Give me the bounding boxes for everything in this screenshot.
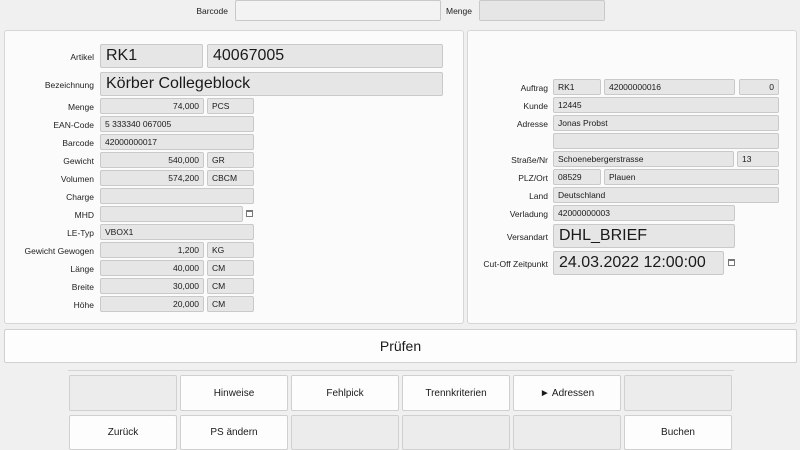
artikel-label: Artikel — [70, 52, 94, 62]
adressen-button[interactable]: ► Adressen — [513, 375, 621, 411]
volumen-unit-field: CBCM — [207, 170, 254, 186]
adresse-label: Adresse — [516, 119, 548, 129]
strasse-label: Straße/Nr — [511, 155, 548, 165]
buchen-button[interactable]: Buchen — [624, 415, 732, 450]
mhd-field[interactable] — [100, 206, 243, 222]
fehlpick-button[interactable]: Fehlpick — [291, 375, 399, 411]
auftrag-count-field: 0 — [739, 79, 779, 95]
letyp-label: LE-Typ — [67, 228, 94, 238]
empty-button-slot — [291, 415, 399, 450]
divider — [68, 370, 734, 371]
auftrag-label: Auftrag — [520, 83, 548, 93]
ean-field: 5 333340 067005 — [100, 116, 254, 132]
verladung-field: 42000000003 — [553, 205, 735, 221]
ps-aendern-button[interactable]: PS ändern — [180, 415, 288, 450]
versandart-label: Versandart — [506, 232, 548, 242]
breite-value-field: 30,000 — [100, 278, 204, 294]
bezeichnung-label: Bezeichnung — [44, 80, 94, 90]
laenge-value-field: 40,000 — [100, 260, 204, 276]
empty-button-slot — [624, 375, 732, 411]
artikel-number-field: 40067005 — [207, 44, 443, 68]
letyp-field: VBOX1 — [100, 224, 254, 240]
ean-label: EAN-Code — [53, 120, 94, 130]
strasse-field: Schoenebergerstrasse — [553, 151, 734, 167]
versandart-field: DHL_BRIEF — [553, 224, 735, 248]
adresse-line2-field — [553, 133, 779, 149]
zurueck-button[interactable]: Zurück — [69, 415, 177, 450]
article-barcode-field: 42000000017 — [100, 134, 254, 150]
empty-button-slot — [513, 415, 621, 450]
charge-field — [100, 188, 254, 204]
charge-label: Charge — [66, 192, 94, 202]
menge-row-label: Menge — [68, 102, 94, 112]
barcode-input[interactable] — [235, 0, 441, 21]
empty-button-slot — [402, 415, 510, 450]
cutoff-field: 24.03.2022 12:00:00 — [553, 251, 724, 275]
mhd-label: MHD — [74, 210, 94, 220]
breite-unit-field: CM — [207, 278, 254, 294]
laenge-label: Länge — [70, 264, 94, 274]
bezeichnung-field: Körber Collegeblock — [100, 72, 443, 96]
adresse-field: Jonas Probst — [553, 115, 779, 131]
gewicht-gewogen-label: Gewicht Gewogen — [24, 246, 94, 256]
plz-field: 08529 — [553, 169, 601, 185]
ort-field: Plauen — [604, 169, 779, 185]
laenge-unit-field: CM — [207, 260, 254, 276]
verladung-label: Verladung — [509, 209, 548, 219]
calendar-icon[interactable] — [246, 210, 253, 217]
plz-ort-label: PLZ/Ort — [518, 173, 548, 183]
kunde-field: 12445 — [553, 97, 779, 113]
article-barcode-label: Barcode — [62, 138, 94, 148]
empty-button-slot — [69, 375, 177, 411]
gewicht-gewogen-unit-field: KG — [207, 242, 254, 258]
calendar-icon[interactable] — [728, 259, 735, 266]
volumen-label: Volumen — [60, 174, 94, 184]
menge-label: Menge — [446, 6, 472, 16]
menge-unit-field: PCS — [207, 98, 254, 114]
menge-input[interactable] — [479, 0, 605, 21]
pruefen-button[interactable]: Prüfen — [4, 329, 797, 363]
volumen-value-field: 574,200 — [100, 170, 204, 186]
hausnummer-field: 13 — [737, 151, 779, 167]
cutoff-label: Cut-Off Zeitpunkt — [483, 259, 548, 269]
trennkriterien-button[interactable]: Trennkriterien — [402, 375, 510, 411]
kunde-label: Kunde — [523, 101, 548, 111]
breite-label: Breite — [71, 282, 94, 292]
gewicht-label: Gewicht — [63, 156, 94, 166]
auftrag-number-field: 42000000016 — [604, 79, 735, 95]
land-label: Land — [529, 191, 548, 201]
hinweise-button[interactable]: Hinweise — [180, 375, 288, 411]
hoehe-value-field: 20,000 — [100, 296, 204, 312]
barcode-label: Barcode — [196, 6, 228, 16]
menge-value-field: 74,000 — [100, 98, 204, 114]
hoehe-unit-field: CM — [207, 296, 254, 312]
gewicht-unit-field: GR — [207, 152, 254, 168]
hoehe-label: Höhe — [73, 300, 94, 310]
gewicht-gewogen-value-field: 1,200 — [100, 242, 204, 258]
land-field: Deutschland — [553, 187, 779, 203]
auftrag-code-field: RK1 — [553, 79, 601, 95]
gewicht-value-field: 540,000 — [100, 152, 204, 168]
artikel-code-field: RK1 — [100, 44, 203, 68]
